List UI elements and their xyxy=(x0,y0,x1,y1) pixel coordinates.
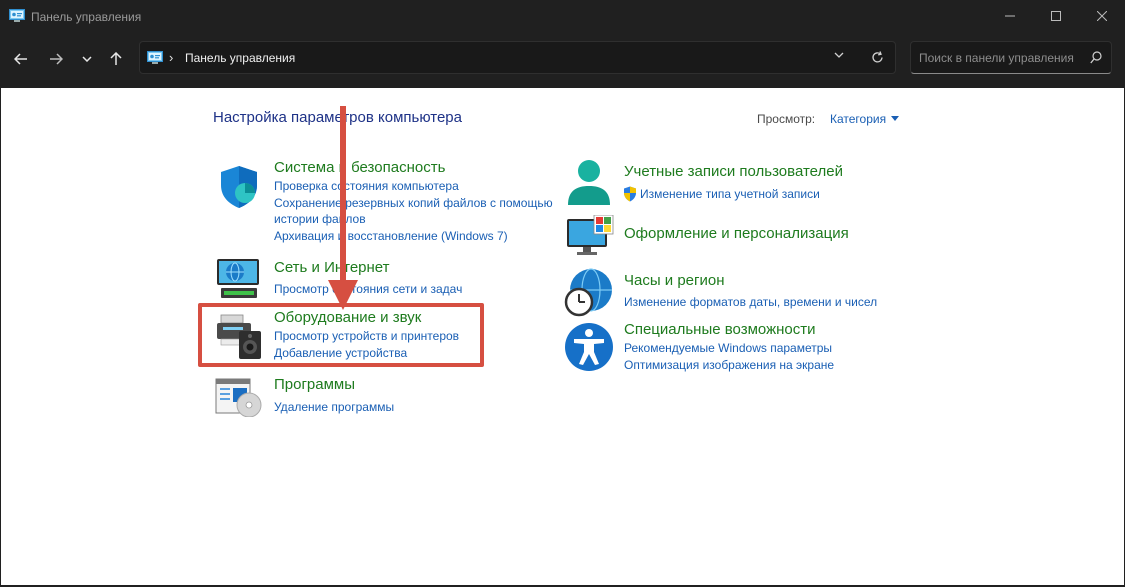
minimize-icon xyxy=(1005,15,1015,17)
network-globe-icon xyxy=(217,259,259,298)
link-check-computer-status[interactable]: Проверка состояния компьютера xyxy=(274,179,459,193)
title-bar: Панель управления xyxy=(0,0,1125,34)
navigation-bar: › Панель управления xyxy=(0,34,1125,86)
link-change-account-type[interactable]: Изменение типа учетной записи xyxy=(640,187,820,201)
caret-down-icon xyxy=(891,116,900,121)
chevron-down-icon xyxy=(82,56,92,62)
shield-icon xyxy=(221,166,257,208)
link-backup-restore-win7[interactable]: Архивация и восстановление (Windows 7) xyxy=(274,229,508,243)
search-icon[interactable] xyxy=(1090,51,1102,64)
link-recommended-settings[interactable]: Рекомендуемые Windows параметры xyxy=(624,341,832,355)
maximize-button[interactable] xyxy=(1033,0,1079,32)
control-panel-icon xyxy=(147,51,163,64)
minimize-button[interactable] xyxy=(987,0,1033,32)
back-arrow-icon xyxy=(14,53,27,65)
window-title: Панель управления xyxy=(31,10,142,24)
user-account-icon xyxy=(568,160,610,205)
monitor-palette-icon xyxy=(567,215,614,255)
close-button[interactable] xyxy=(1079,0,1125,32)
category-appearance-title[interactable]: Оформление и персонализация xyxy=(624,225,849,242)
breadcrumb-separator[interactable]: › xyxy=(169,50,173,65)
address-bar[interactable]: › Панель управления xyxy=(139,41,896,74)
maximize-icon xyxy=(1051,11,1061,21)
up-arrow-icon xyxy=(110,52,122,65)
accessibility-icon xyxy=(565,323,613,371)
close-icon xyxy=(1097,11,1107,21)
link-uninstall-program[interactable]: Удаление программы xyxy=(274,400,394,414)
control-panel-icon xyxy=(9,9,25,22)
back-button[interactable] xyxy=(8,47,34,71)
category-accessibility-title[interactable]: Специальные возможности xyxy=(624,321,816,338)
forward-button[interactable] xyxy=(43,47,69,71)
breadcrumb[interactable]: Панель управления xyxy=(185,51,295,65)
clock-globe-icon xyxy=(564,268,612,317)
view-label: Просмотр: xyxy=(757,112,816,126)
link-file-history-backup[interactable]: Сохранение резервных копий файлов с помо… xyxy=(274,196,553,210)
annotation-arrow xyxy=(328,106,358,310)
address-dropdown-icon[interactable] xyxy=(834,52,844,58)
refresh-icon[interactable] xyxy=(871,51,884,64)
annotation-highlight-box xyxy=(198,303,484,367)
uac-shield-icon xyxy=(624,186,636,202)
link-change-date-formats[interactable]: Изменение форматов даты, времени и чисел xyxy=(624,295,877,309)
up-button[interactable] xyxy=(103,47,129,71)
category-programs-title[interactable]: Программы xyxy=(274,376,355,393)
forward-arrow-icon xyxy=(50,53,63,65)
search-box[interactable] xyxy=(910,41,1112,74)
link-optimize-visual-display[interactable]: Оптимизация изображения на экране xyxy=(624,358,834,372)
main-content: Настройка параметров компьютера Просмотр… xyxy=(1,88,1124,585)
search-input[interactable] xyxy=(919,49,1084,67)
link-network-status[interactable]: Просмотр состояния сети и задач xyxy=(274,282,462,296)
category-user-accounts-title[interactable]: Учетные записи пользователей xyxy=(624,163,843,180)
view-mode-value[interactable]: Категория xyxy=(830,112,886,126)
category-clock-region-title[interactable]: Часы и регион xyxy=(624,272,725,289)
programs-disc-icon xyxy=(215,378,262,417)
view-mode-dropdown[interactable]: Категория xyxy=(830,112,900,126)
recent-locations-button[interactable] xyxy=(74,47,100,71)
